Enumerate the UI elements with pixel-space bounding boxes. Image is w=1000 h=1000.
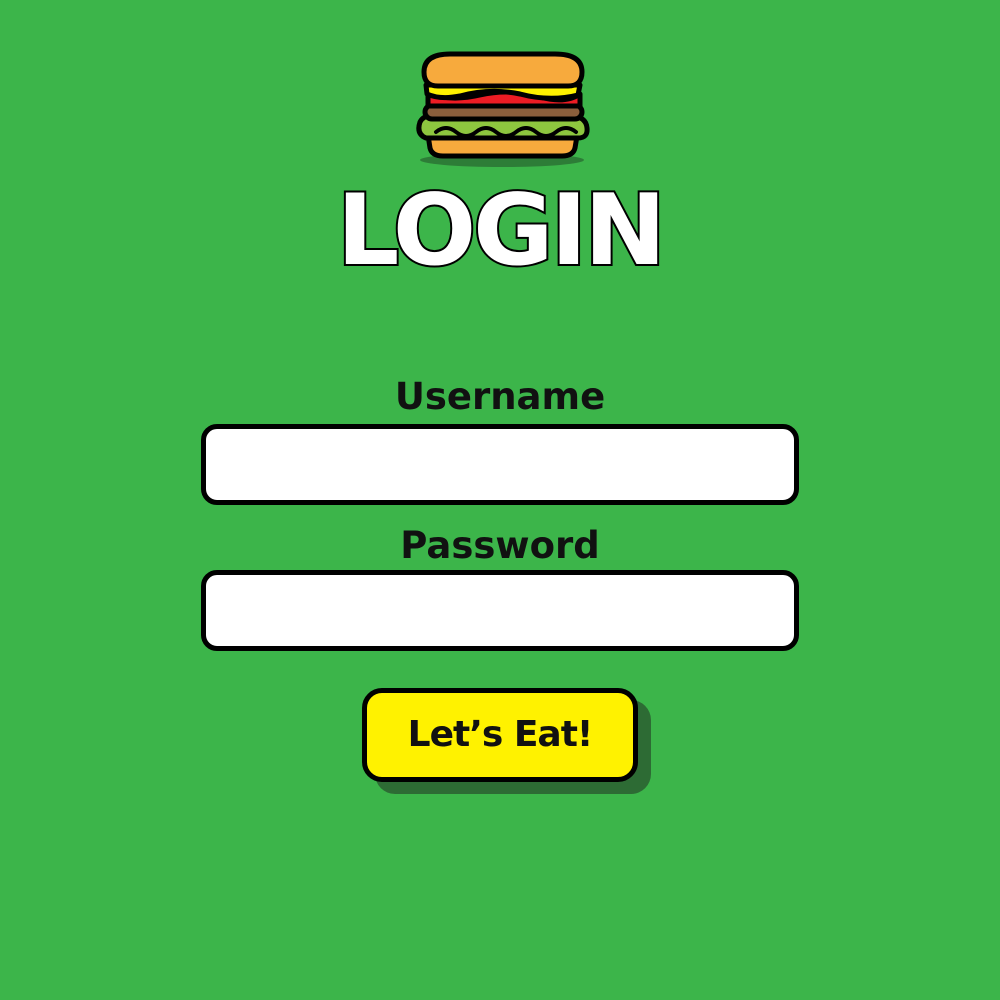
password-label: Password [400,524,600,567]
username-label: Username [394,375,606,418]
password-input[interactable] [201,570,799,651]
username-input[interactable] [201,424,799,505]
submit-button[interactable]: Let’s Eat! [362,688,638,782]
page-title: LOGIN [335,174,668,288]
burger-icon [416,51,590,167]
